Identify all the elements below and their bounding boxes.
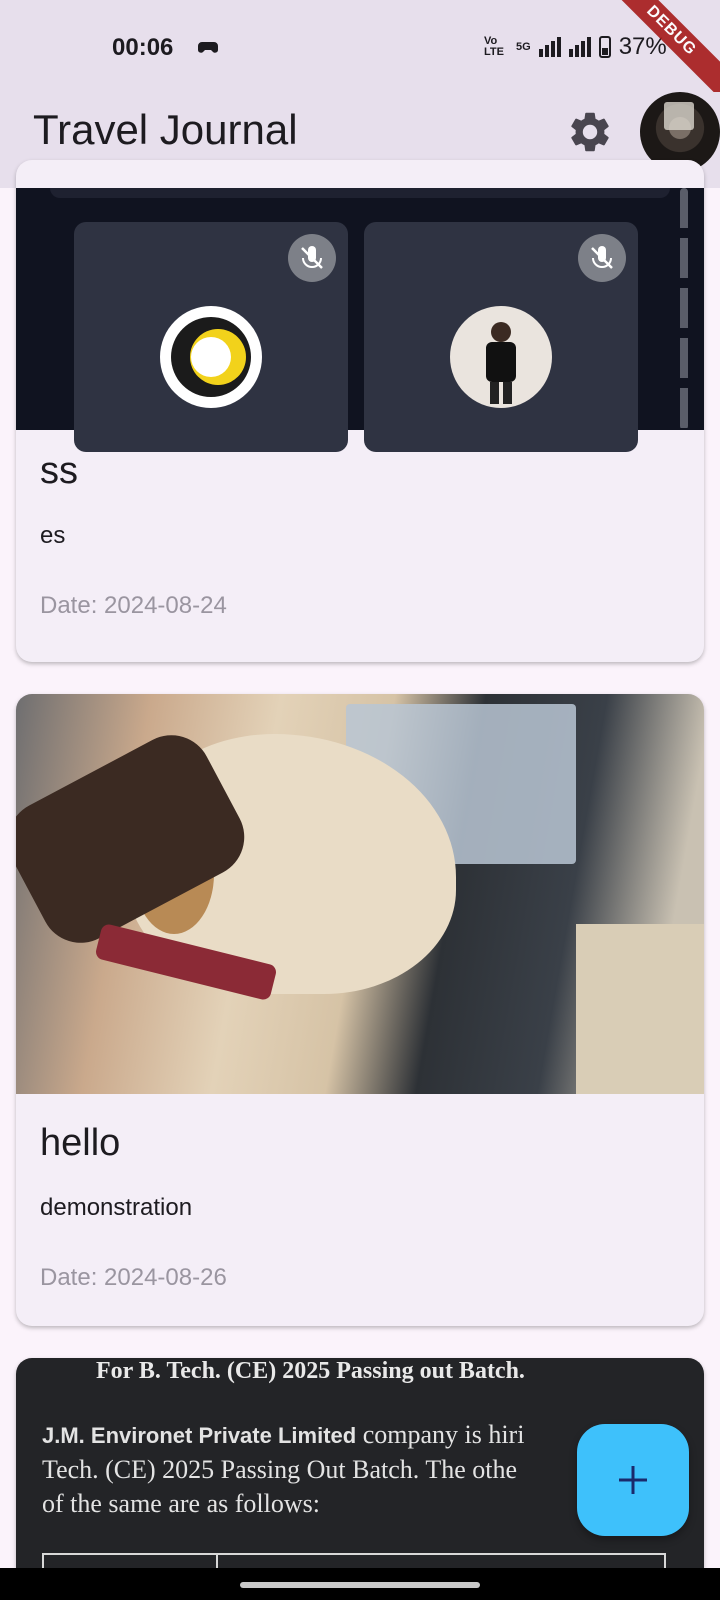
document-line: of the same are as follows: xyxy=(42,1489,320,1518)
status-indicators: Vo LTE 5G 37% xyxy=(484,32,667,62)
participant-photo xyxy=(450,306,552,408)
document-table xyxy=(42,1553,666,1568)
mic-off-icon xyxy=(578,234,626,282)
page-title: Travel Journal xyxy=(33,106,298,153)
entry-image xyxy=(16,694,704,1094)
participant-tile xyxy=(364,222,638,452)
entry-title: hello xyxy=(40,1122,121,1164)
status-bar: 00:06 Vo LTE 5G 37% DEBUG xyxy=(0,0,720,108)
entry-description: es xyxy=(40,522,66,549)
journal-entry-card[interactable]: ss es Date: 2024-08-24 xyxy=(16,160,704,662)
home-gesture-handle[interactable] xyxy=(240,1582,480,1588)
mic-off-icon xyxy=(288,234,336,282)
document-company: J.M. Environet Private Limited xyxy=(42,1423,357,1448)
volte-indicator: Vo LTE xyxy=(484,35,504,58)
plus-icon xyxy=(619,1466,647,1494)
gear-icon xyxy=(571,112,609,152)
network-type: 5G xyxy=(516,41,531,53)
game-controller-icon xyxy=(198,42,218,53)
entry-date: Date: 2024-08-26 xyxy=(40,1264,227,1291)
settings-button[interactable] xyxy=(566,108,614,156)
status-time: 00:06 xyxy=(112,34,174,61)
entry-image xyxy=(16,188,704,452)
add-entry-button[interactable] xyxy=(577,1424,689,1536)
college-logo xyxy=(160,306,262,408)
document-line: Tech. (CE) 2025 Passing Out Batch. The o… xyxy=(42,1455,518,1484)
document-line: company is hiri xyxy=(356,1420,525,1449)
signal-icon-2 xyxy=(568,37,591,57)
battery-icon xyxy=(598,36,611,58)
navigation-bar xyxy=(0,1568,720,1600)
entry-date: Date: 2024-08-24 xyxy=(40,592,227,619)
journal-entry-card[interactable]: hello demonstration Date: 2024-08-26 xyxy=(16,694,704,1326)
participant-tile xyxy=(74,222,348,452)
signal-icon xyxy=(538,37,561,57)
entry-description: demonstration xyxy=(40,1194,193,1221)
entry-title: ss xyxy=(40,450,78,492)
document-heading: For B. Tech. (CE) 2025 Passing out Batch… xyxy=(96,1358,525,1384)
